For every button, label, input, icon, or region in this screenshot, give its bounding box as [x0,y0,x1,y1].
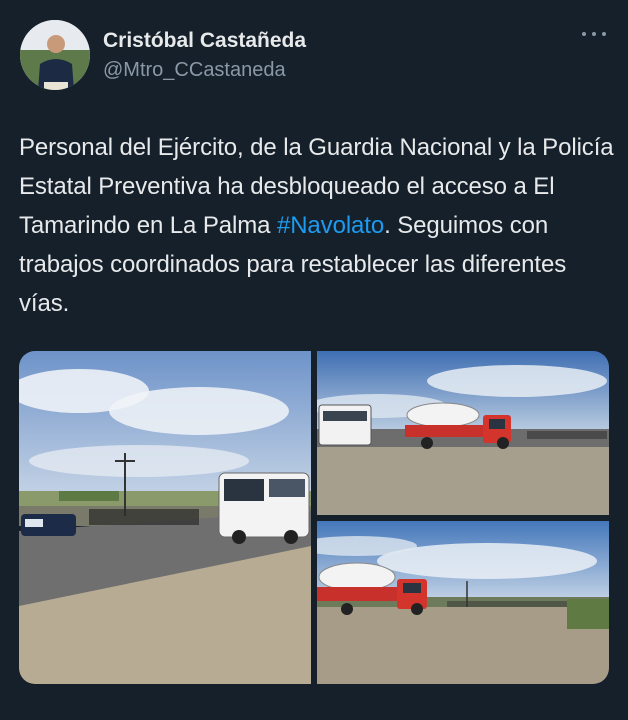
photo-gas-truck[interactable] [317,351,609,515]
avatar[interactable] [20,20,90,90]
handle[interactable]: @Mtro_CCastaneda [103,57,306,83]
tweet-text: Personal del Ejército, de la Guardia Nac… [19,128,614,323]
tweet-header: Cristóbal Castañeda @Mtro_CCastaneda [20,20,608,92]
photo-bus-road[interactable] [19,351,311,684]
more-horizontal-icon[interactable] [582,24,606,44]
display-name[interactable]: Cristóbal Castañeda [103,28,306,54]
hashtag-link[interactable]: #Navolato [277,212,384,239]
media-grid [19,351,609,684]
photo-gas-truck-field[interactable] [317,521,609,684]
